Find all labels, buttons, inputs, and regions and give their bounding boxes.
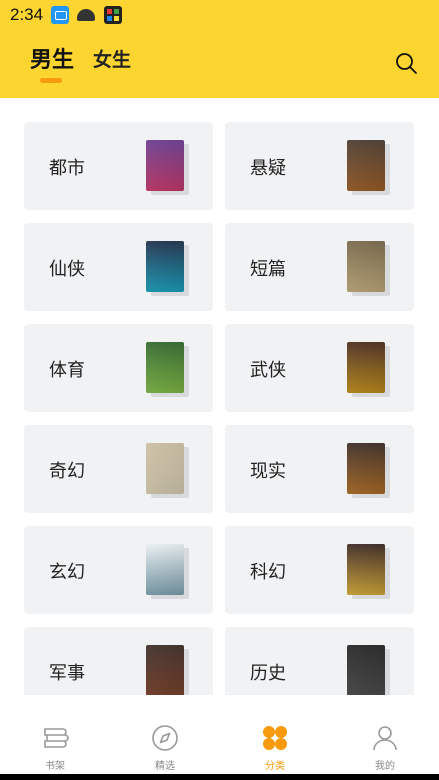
category-label: 科幻 xyxy=(250,562,286,582)
bookshelf-icon xyxy=(44,728,69,748)
category-card[interactable]: 现实 xyxy=(225,425,414,513)
category-label: 仙侠 xyxy=(49,259,85,279)
book-cover-image xyxy=(146,140,184,191)
category-label: 现实 xyxy=(250,461,286,481)
category-label: 短篇 xyxy=(250,259,286,279)
nav-label-featured: 精选 xyxy=(155,761,175,772)
active-tab-indicator xyxy=(40,78,62,83)
category-card[interactable]: 奇幻 xyxy=(24,425,213,513)
system-gesture-bar xyxy=(0,774,439,780)
book-cover-image xyxy=(146,443,184,494)
nav-label-bookshelf: 书架 xyxy=(45,761,65,772)
category-card[interactable]: 都市 xyxy=(24,122,213,210)
status-bar: 2:34 xyxy=(0,0,439,30)
book-cover-image xyxy=(347,342,385,393)
book-cover-image xyxy=(347,140,385,191)
tab-male[interactable]: 男生 xyxy=(30,42,74,74)
book-cover-image xyxy=(347,241,385,292)
top-header: 2:34 男生 女生 xyxy=(0,0,439,98)
category-label: 历史 xyxy=(250,663,286,683)
category-card[interactable]: 玄幻 xyxy=(24,526,213,614)
android-icon xyxy=(77,9,95,21)
category-label: 悬疑 xyxy=(250,158,286,178)
book-cover-image xyxy=(146,342,184,393)
nav-label-profile: 我的 xyxy=(375,761,395,772)
category-grid: 都市 悬疑仙侠 短篇体育 武侠奇幻 现实玄幻 科幻军事 历史 xyxy=(0,98,439,695)
category-card[interactable]: 历史 xyxy=(225,627,414,695)
nav-label-category: 分类 xyxy=(265,761,285,772)
compass-icon xyxy=(152,725,178,751)
book-cover-image xyxy=(146,544,184,595)
app-grid-icon xyxy=(104,6,122,24)
category-card[interactable]: 体育 xyxy=(24,324,213,412)
book-cover-image xyxy=(347,544,385,595)
nav-featured[interactable]: 精选 xyxy=(110,711,220,774)
nav-profile[interactable]: 我的 xyxy=(330,711,439,774)
category-label: 玄幻 xyxy=(49,562,85,582)
category-card[interactable]: 悬疑 xyxy=(225,122,414,210)
book-cover-image xyxy=(347,645,385,695)
category-label: 武侠 xyxy=(250,360,286,380)
status-time: 2:34 xyxy=(10,5,44,24)
nav-bookshelf[interactable]: 书架 xyxy=(0,711,110,774)
profile-icon xyxy=(373,726,397,751)
category-label: 都市 xyxy=(49,158,85,178)
category-card[interactable]: 短篇 xyxy=(225,223,414,311)
book-cover-image xyxy=(146,241,184,292)
book-cover-image xyxy=(146,645,184,695)
search-icon[interactable] xyxy=(394,51,418,75)
category-card[interactable]: 军事 xyxy=(24,627,213,695)
category-card[interactable]: 仙侠 xyxy=(24,223,213,311)
category-card[interactable]: 科幻 xyxy=(225,526,414,614)
book-cover-image xyxy=(347,443,385,494)
category-label: 军事 xyxy=(49,663,85,683)
tab-female[interactable]: 女生 xyxy=(93,45,131,72)
category-card[interactable]: 武侠 xyxy=(225,324,414,412)
category-grid-icon xyxy=(263,726,287,750)
tv-app-icon xyxy=(51,6,69,24)
category-label: 体育 xyxy=(49,360,85,380)
bottom-nav: 书架 精选 分类 我的 xyxy=(0,711,439,774)
category-label: 奇幻 xyxy=(49,461,85,481)
nav-category[interactable]: 分类 xyxy=(220,711,330,774)
